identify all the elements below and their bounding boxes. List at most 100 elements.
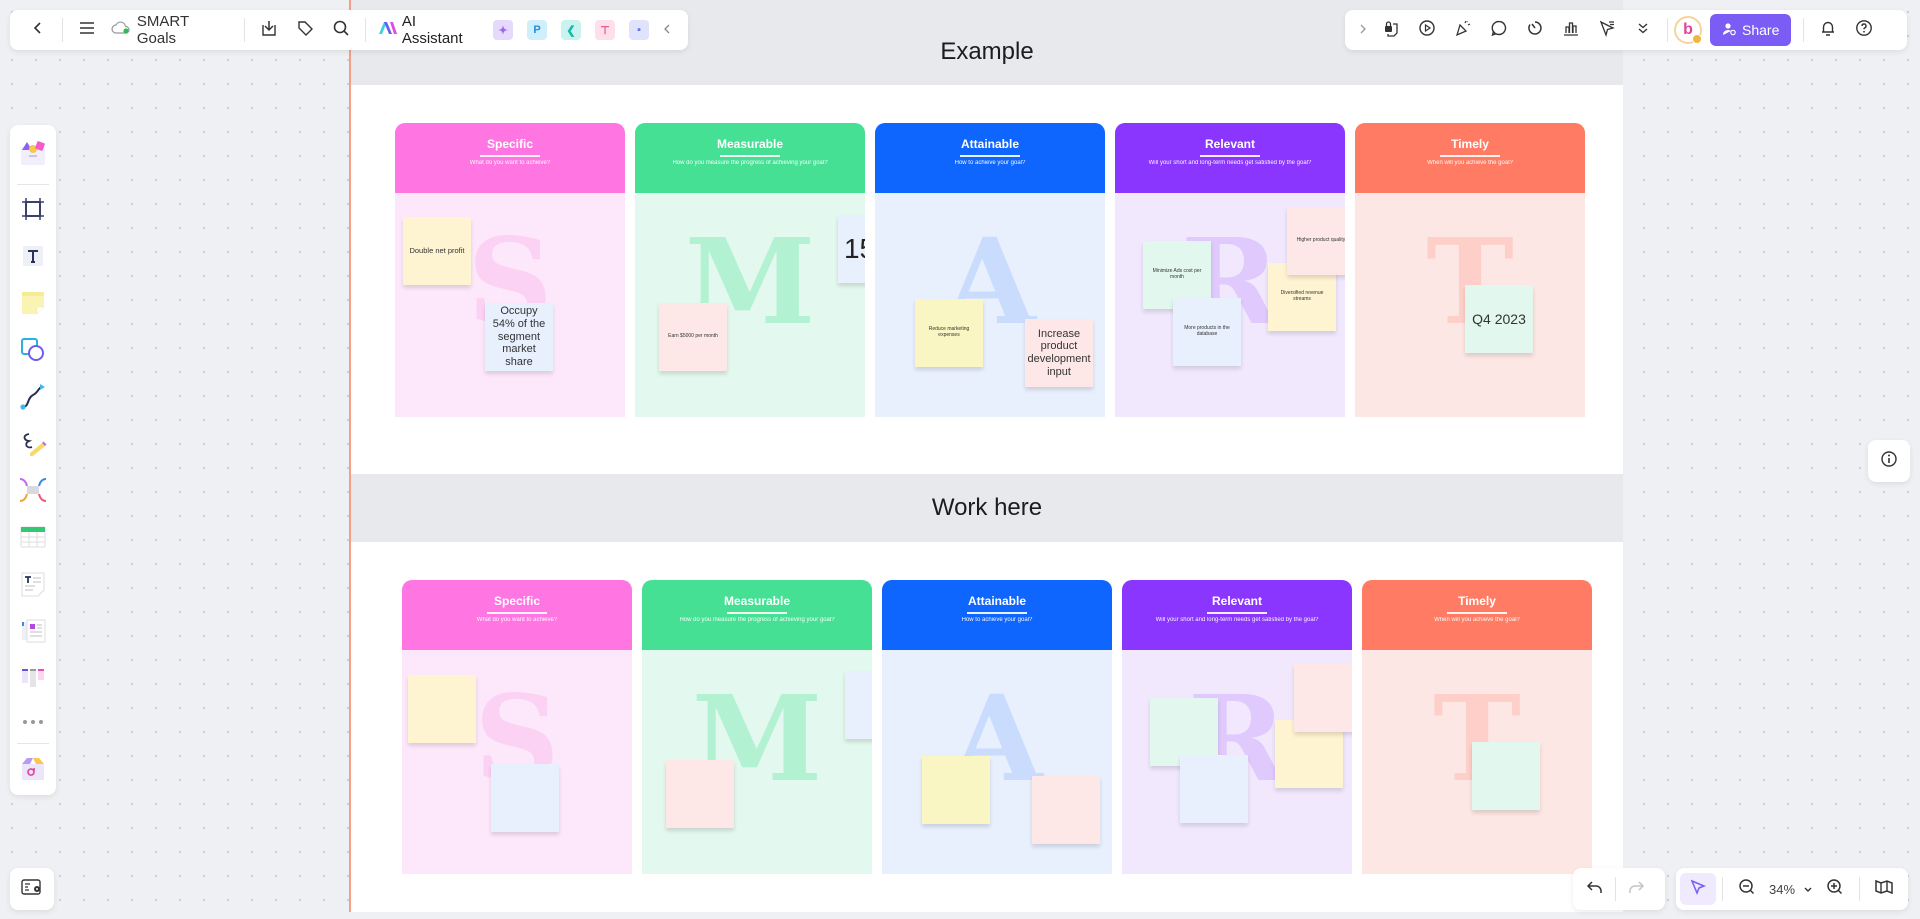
zoom-in-button[interactable] — [1817, 873, 1853, 905]
share-button[interactable]: Share — [1710, 14, 1792, 46]
sticky-note[interactable] — [408, 675, 476, 743]
title-underline — [720, 155, 780, 157]
column-body[interactable]: S Double net profit Occupy 54% of the segm… — [395, 193, 625, 417]
book-map-icon — [1874, 879, 1894, 900]
text-tool[interactable] — [15, 241, 51, 277]
column-subtitle: What do you want to achieve? — [476, 617, 558, 623]
sticky-note[interactable] — [1294, 664, 1352, 732]
document-title[interactable]: SMART Goals — [105, 13, 238, 47]
example-column-timely: Timely When will you achieve the goal? T Q4… — [1355, 123, 1585, 417]
back-button[interactable] — [20, 14, 56, 46]
title-underline — [1207, 612, 1267, 614]
table-tool[interactable] — [15, 522, 51, 558]
select-tool-button[interactable] — [1680, 873, 1716, 905]
sticky-note-tool[interactable] — [15, 288, 51, 324]
column-subtitle: How do you measure the progress of achie… — [679, 617, 835, 623]
title-underline — [1440, 155, 1500, 157]
follow-cursor-button[interactable] — [1589, 14, 1625, 46]
sticky-note[interactable] — [1472, 742, 1540, 810]
column-body[interactable]: A Reduce marketing expenses Increase produ… — [875, 193, 1105, 417]
more-tools-button[interactable] — [15, 709, 51, 733]
user-avatar[interactable]: b — [1674, 16, 1702, 44]
image-ai-app-button[interactable]: ✦ — [493, 20, 514, 40]
sticky-note[interactable]: Occupy 54% of the segment market share — [485, 303, 553, 371]
vote-button[interactable] — [1553, 14, 1589, 46]
sticky-note[interactable]: Q4 2023 — [1465, 285, 1533, 353]
column-body[interactable]: A — [882, 650, 1112, 874]
column-body[interactable]: M — [642, 650, 872, 874]
example-column-relevant: Relevant Will your short and long-term ne… — [1115, 123, 1345, 417]
title-underline — [960, 155, 1020, 157]
redo-button[interactable] — [1618, 873, 1654, 905]
sticky-note[interactable] — [491, 764, 559, 832]
column-body[interactable]: R Minimize Ads cost per month More product… — [1115, 193, 1345, 417]
frame-tool[interactable] — [15, 194, 51, 230]
sticky-note[interactable]: Increase product development input — [1025, 319, 1093, 387]
map-pin-card-icon — [21, 878, 43, 901]
flowchart-app-button[interactable]: ⊤ — [595, 20, 616, 40]
present-button[interactable] — [1409, 14, 1445, 46]
info-button[interactable] — [1868, 440, 1910, 482]
menu-button[interactable] — [69, 14, 105, 46]
collab-toolbar: b Share — [1345, 10, 1907, 50]
sticky-note[interactable]: Double net profit — [403, 217, 471, 285]
document-tool[interactable] — [15, 569, 51, 605]
title-underline — [727, 612, 787, 614]
templates-button[interactable] — [15, 138, 51, 174]
chat-app-button[interactable]: ▪ — [629, 20, 650, 40]
ai-assistant-button[interactable]: AI Assistant — [372, 13, 486, 47]
mindmap-app-button[interactable]: ❮ — [561, 20, 582, 40]
collapse-toolbar-button[interactable] — [656, 14, 678, 46]
sticky-note[interactable]: 15% — [838, 215, 865, 283]
connector-tool[interactable] — [15, 381, 51, 417]
column-subtitle: Will your short and long-term needs get … — [1148, 160, 1312, 166]
tag-button[interactable] — [287, 14, 323, 46]
plugins-button[interactable] — [15, 753, 51, 789]
more-tools-button[interactable] — [1625, 14, 1661, 46]
cards-tool[interactable] — [15, 616, 51, 652]
comment-button[interactable] — [1481, 14, 1517, 46]
zoom-out-button[interactable] — [1729, 873, 1765, 905]
work-column-specific: Specific What do you want to achieve? S — [402, 580, 632, 874]
column-title: Relevant — [1204, 137, 1256, 151]
timer-button[interactable] — [1517, 14, 1553, 46]
column-body[interactable]: S — [402, 650, 632, 874]
column-header: Timely When will you achieve the goal? — [1355, 123, 1585, 193]
column-body[interactable]: T — [1362, 650, 1592, 874]
column-body[interactable]: T Q4 2023 — [1355, 193, 1585, 417]
sticky-note[interactable] — [1032, 776, 1100, 844]
column-subtitle: How to achieve your goal? — [954, 160, 1026, 166]
presentation-app-button[interactable]: P — [527, 20, 548, 40]
undo-button[interactable] — [1577, 873, 1613, 905]
sticky-note[interactable] — [666, 760, 734, 828]
sticky-note[interactable] — [845, 671, 872, 739]
example-column-attainable: Attainable How to achieve your goal? A Redu… — [875, 123, 1105, 417]
celebrate-button[interactable] — [1445, 14, 1481, 46]
shape-tool[interactable] — [15, 334, 51, 370]
flowchart-app-icon: ⊤ — [600, 24, 610, 37]
search-button[interactable] — [323, 14, 359, 46]
lock-button[interactable] — [1373, 14, 1409, 46]
column-body[interactable]: R — [1122, 650, 1352, 874]
play-icon — [1418, 19, 1436, 42]
export-button[interactable] — [251, 14, 287, 46]
pen-tool[interactable] — [15, 428, 51, 464]
notifications-button[interactable] — [1810, 14, 1846, 46]
sticky-note[interactable] — [922, 756, 990, 824]
sticky-note[interactable]: Reduce marketing expenses — [915, 299, 983, 367]
sticky-note[interactable] — [1180, 755, 1248, 823]
section-title-example: Example — [940, 37, 1034, 65]
expand-toolbar-button[interactable] — [1353, 14, 1373, 46]
zoom-dropdown[interactable] — [1799, 873, 1817, 905]
minimap-toggle[interactable] — [10, 868, 54, 910]
kanban-tool[interactable] — [15, 662, 51, 698]
map-view-button[interactable] — [1866, 873, 1902, 905]
sticky-note[interactable]: Higher product quality — [1287, 207, 1345, 275]
help-button[interactable] — [1846, 14, 1882, 46]
sticky-note[interactable]: Earn $5000 per month — [659, 303, 727, 371]
sticky-note[interactable]: More products in the database — [1173, 298, 1241, 366]
column-subtitle: When will you achieve the goal? — [1427, 160, 1513, 166]
mindmap-tool[interactable] — [15, 475, 51, 511]
column-body[interactable]: M15%Earn $5000 per month — [635, 193, 865, 417]
app-shortcuts: ✦ P ❮ ⊤ ▪ — [486, 20, 656, 40]
